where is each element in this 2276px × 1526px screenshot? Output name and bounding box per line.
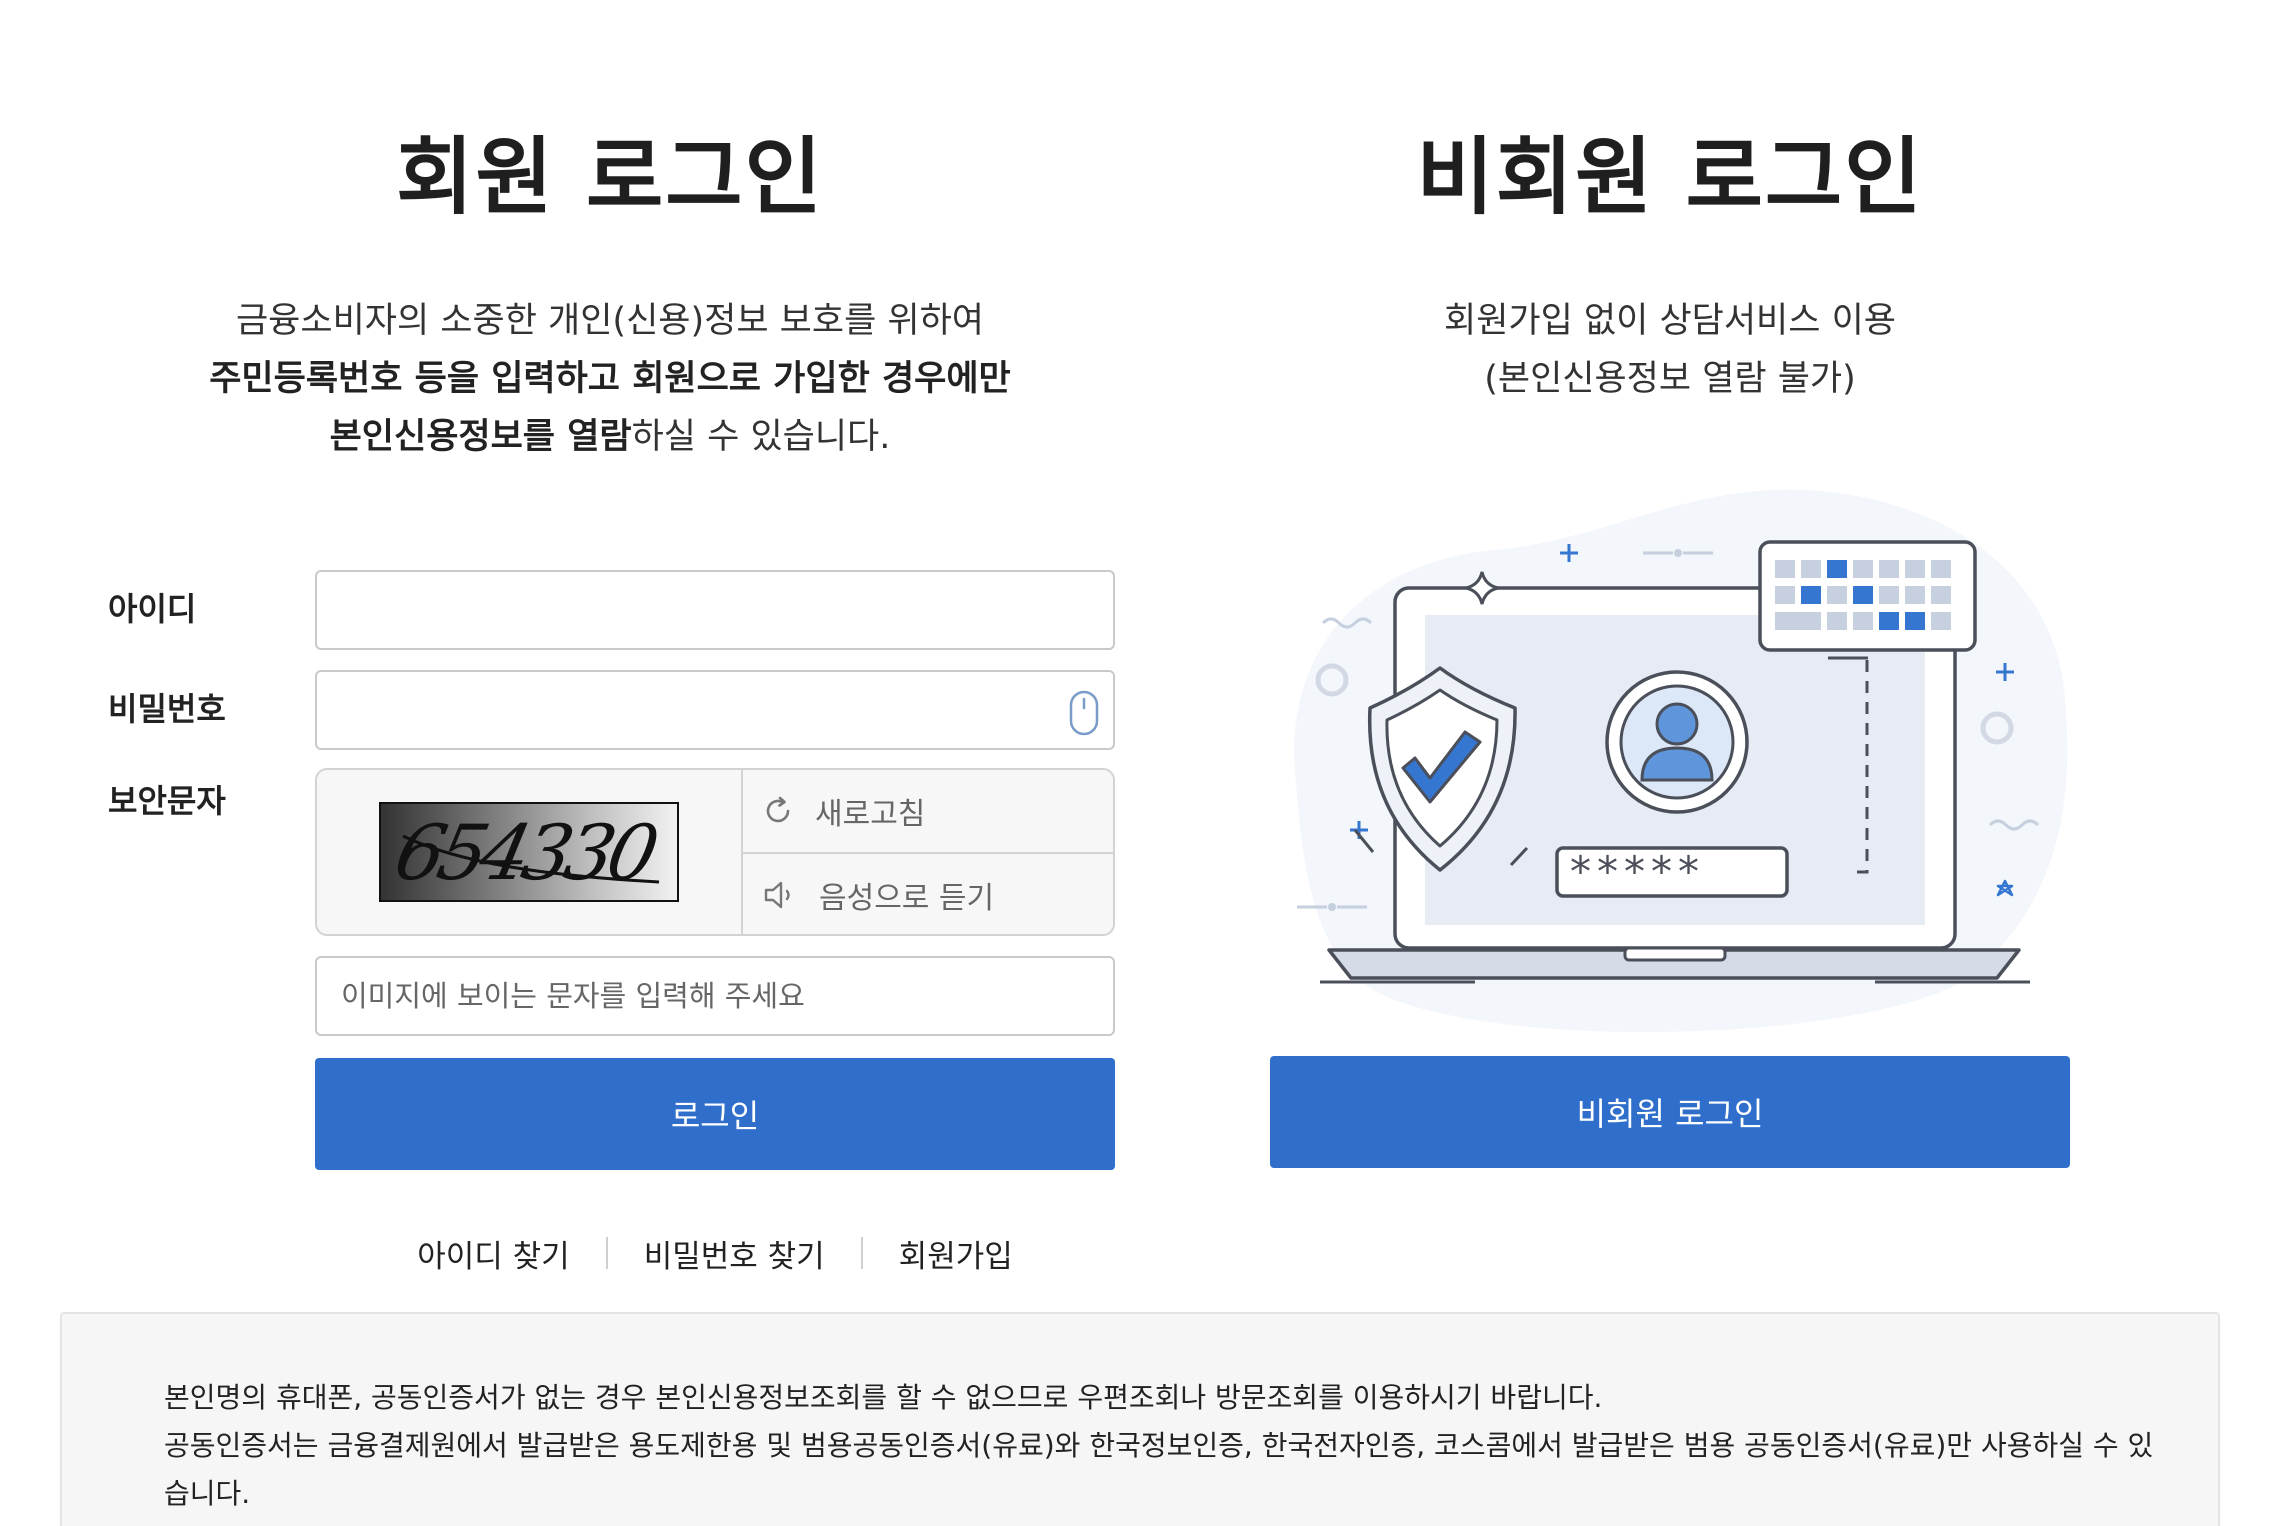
captcha-refresh-button[interactable]: 새로고침 xyxy=(743,770,1113,852)
notice-line2: 공동인증서는 금융결제원에서 발급받은 용도제한용 및 범용공동인증서(유료)와… xyxy=(164,1429,2154,1510)
speaker-icon xyxy=(764,881,790,909)
password-field-wrapper xyxy=(315,670,1115,750)
member-desc-line1: 금융소비자의 소중한 개인(신용)정보 보호를 위하여 xyxy=(235,301,984,341)
signup-link[interactable]: 회원가입 xyxy=(863,1231,1049,1276)
guest-login-button[interactable]: 비회원 로그인 xyxy=(1270,1056,2070,1168)
captcha-refresh-label: 새로고침 xyxy=(815,797,926,832)
member-desc-line2: 주민등록번호 등을 입력하고 회원으로 가입한 경우에만 xyxy=(209,359,1011,399)
captcha-audio-label: 음성으로 듣기 xyxy=(819,881,995,916)
guest-login-title: 비회원 로그인 xyxy=(1416,128,1924,226)
guest-desc-line1: 회원가입 없이 상담서비스 이용 xyxy=(1444,301,1896,341)
notice-box: 본인명의 휴대폰, 공동인증서가 없는 경우 본인신용정보조회를 할 수 없으므… xyxy=(60,1312,2220,1526)
member-login-button[interactable]: 로그인 xyxy=(315,1058,1115,1170)
mouse-keyboard-icon[interactable] xyxy=(1069,690,1099,736)
captcha-input-wrapper xyxy=(315,956,1115,1036)
password-label: 비밀번호 xyxy=(108,690,226,728)
captcha-noise-line xyxy=(402,834,660,884)
guest-desc-line2: (본인신용정보 열람 불가) xyxy=(1484,359,1856,399)
captcha-audio-button[interactable]: 음성으로 듣기 xyxy=(743,854,1113,934)
member-desc-line3-rest: 하실 수 있습니다. xyxy=(631,417,891,457)
notice-line1: 본인명의 휴대폰, 공동인증서가 없는 경우 본인신용정보조회를 할 수 없으므… xyxy=(164,1381,1603,1414)
login-page: 회원 로그인 금융소비자의 소중한 개인(신용)정보 보호를 위하여 주민등록번… xyxy=(0,0,2276,1526)
id-label: 아이디 xyxy=(108,590,197,628)
masked-password-text: ***** xyxy=(1570,847,1705,896)
captcha-panel: 654330 새로고침 음성으로 듣기 xyxy=(315,768,1115,936)
captcha-label: 보안문자 xyxy=(108,782,226,820)
password-input[interactable] xyxy=(317,672,1113,748)
guest-login-description: 회원가입 없이 상담서비스 이용 (본인신용정보 열람 불가) xyxy=(1270,292,2070,408)
member-desc-line3-bold: 본인신용정보를 열람 xyxy=(329,417,632,457)
refresh-icon xyxy=(766,796,790,823)
member-login-description: 금융소비자의 소중한 개인(신용)정보 보호를 위하여 주민등록번호 등을 입력… xyxy=(160,292,1060,466)
account-links: 아이디 찾기 비밀번호 찾기 회원가입 xyxy=(380,1228,1050,1278)
member-login-title: 회원 로그인 xyxy=(396,128,824,226)
id-field-wrapper xyxy=(315,570,1115,650)
find-password-link[interactable]: 비밀번호 찾기 xyxy=(608,1231,861,1276)
security-illustration: ***** xyxy=(1265,480,2075,1040)
captcha-image: 654330 xyxy=(379,802,679,902)
id-input[interactable] xyxy=(317,572,1113,648)
find-id-link[interactable]: 아이디 찾기 xyxy=(381,1231,605,1276)
captcha-input[interactable] xyxy=(317,958,1113,1034)
